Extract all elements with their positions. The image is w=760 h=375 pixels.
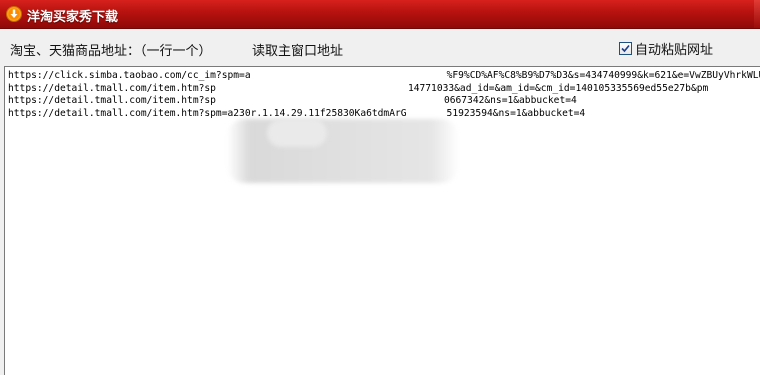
url-line: https://click.simba.taobao.com/cc_im?spm… — [8, 70, 760, 81]
auto-paste-label: 自动粘贴网址 — [635, 43, 714, 58]
checkbox-check-icon[interactable] — [619, 42, 632, 55]
url-line: https://detail.tmall.com/item.htm?sp 0667… — [8, 95, 577, 106]
redaction-blur — [267, 119, 327, 147]
redaction-blur — [227, 119, 459, 183]
url-line: https://detail.tmall.com/item.htm?sp 1477… — [8, 82, 709, 94]
title-bar-edge — [754, 0, 760, 28]
download-app-icon — [6, 6, 22, 22]
title-bar[interactable]: 洋淘买家秀下载 — [0, 0, 760, 29]
url-input-label: 淘宝、天猫商品地址：（一行一个） — [10, 44, 212, 59]
window-title: 洋淘买家秀下载 — [27, 10, 119, 25]
url-list-textarea[interactable]: https://click.simba.taobao.com/cc_im?spm… — [4, 66, 760, 375]
read-main-window-button[interactable]: 读取主窗口地址 — [252, 40, 343, 59]
auto-paste-checkbox[interactable]: 自动粘贴网址 — [619, 39, 713, 58]
